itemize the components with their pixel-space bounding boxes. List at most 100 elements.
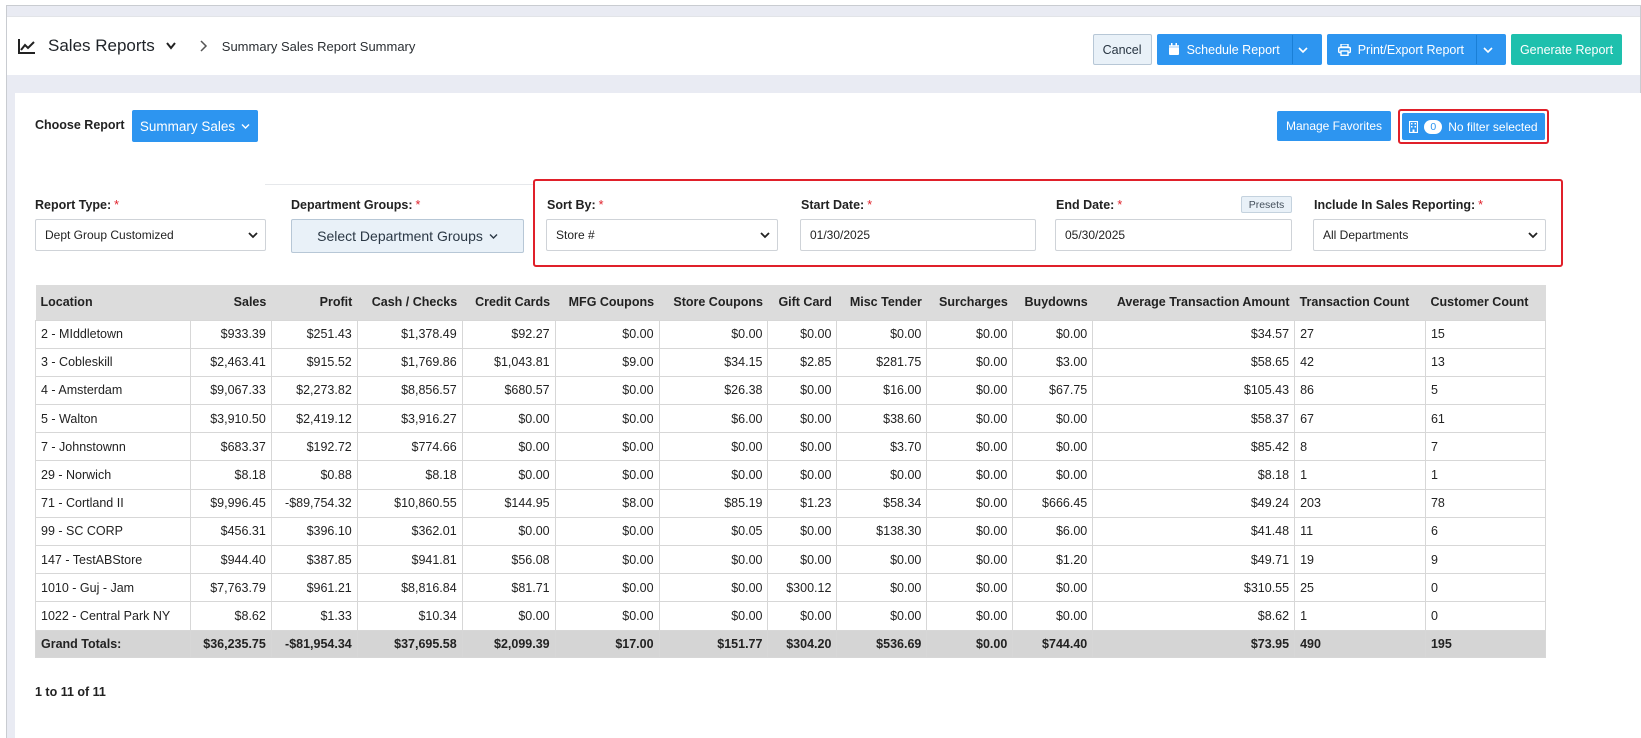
totals-cell: 195 xyxy=(1424,629,1547,658)
start-date-input[interactable]: 01/30/2025 xyxy=(800,219,1036,251)
chevron-down-icon xyxy=(760,232,770,239)
table-cell: $1.23 xyxy=(767,488,838,518)
report-type-select[interactable]: Dept Group Customized xyxy=(35,219,266,251)
table-cell: $0.00 xyxy=(1012,601,1094,631)
table-cell: 86 xyxy=(1294,375,1426,406)
column-header[interactable]: Sales xyxy=(190,285,272,320)
table-cell: $16.00 xyxy=(836,375,928,406)
column-header[interactable]: Gift Card xyxy=(767,285,837,320)
table-cell: $8.62 xyxy=(189,601,272,631)
schedule-report-button[interactable]: Schedule Report xyxy=(1158,35,1293,64)
table-cell: $8.18 xyxy=(1092,460,1296,490)
totals-cell: $36,235.75 xyxy=(189,629,272,658)
pagination-info: 1 to 11 of 11 xyxy=(35,685,106,699)
print-export-button[interactable]: Print/Export Report xyxy=(1328,35,1477,64)
table-cell: $0.88 xyxy=(270,460,358,490)
chevron-down-icon xyxy=(248,232,258,239)
table-cell: 147 - TestABStore xyxy=(35,544,191,575)
table-cell: $0.00 xyxy=(461,460,556,490)
table-cell: 3 - Cobleskill xyxy=(35,347,191,377)
app-title[interactable]: Sales Reports xyxy=(48,36,155,56)
report-menu[interactable]: Sales Reports xyxy=(18,36,177,56)
sort-by-select[interactable]: Store # xyxy=(546,219,778,251)
table-cell: $3,916.27 xyxy=(356,404,463,434)
table-cell: $281.75 xyxy=(836,347,928,377)
cancel-button[interactable]: Cancel xyxy=(1092,34,1152,65)
column-header[interactable]: Misc Tender xyxy=(836,285,927,320)
generate-report-button[interactable]: Generate Report xyxy=(1511,34,1622,65)
end-date-label: End Date: * xyxy=(1056,198,1122,212)
presets-button[interactable]: Presets xyxy=(1241,196,1292,213)
required-mark: * xyxy=(1478,198,1484,212)
table-cell: $1.33 xyxy=(270,601,358,631)
chevron-down-icon xyxy=(1482,46,1493,53)
column-header[interactable]: MFG Coupons xyxy=(555,285,660,320)
table-cell: $2,463.41 xyxy=(189,347,272,377)
column-header[interactable]: Store Coupons xyxy=(659,285,768,320)
chevron-down-icon[interactable] xyxy=(165,41,177,51)
sort-by-value: Store # xyxy=(556,228,595,242)
table-cell: $0.00 xyxy=(836,544,928,575)
schedule-report-dropdown[interactable] xyxy=(1293,35,1321,64)
table-row: 5 - Walton $3,910.50 $2,419.12 $3,916.27 $0.… xyxy=(35,404,1547,434)
printer-icon xyxy=(1337,43,1351,56)
table-cell: $0.00 xyxy=(926,516,1014,547)
table-cell: 99 - SC CORP xyxy=(35,516,191,547)
include-in-sales-select[interactable]: All Departments xyxy=(1313,219,1546,251)
column-header[interactable]: Profit xyxy=(271,285,358,320)
table-cell: $58.65 xyxy=(1092,347,1296,377)
table-cell: $0.00 xyxy=(658,460,769,490)
table-cell: $0.00 xyxy=(658,432,769,462)
end-date-input[interactable]: 05/30/2025 xyxy=(1055,219,1292,251)
table-cell: $8.62 xyxy=(1092,601,1296,631)
table-cell: $9,996.45 xyxy=(189,488,272,518)
table-cell: 25 xyxy=(1294,573,1426,603)
table-cell: $933.39 xyxy=(189,319,272,349)
table-cell: $41.48 xyxy=(1092,516,1296,547)
print-export-dropdown[interactable] xyxy=(1477,35,1505,64)
column-header[interactable]: Buydowns xyxy=(1012,285,1093,320)
column-header[interactable]: Customer Count xyxy=(1425,285,1546,320)
table-cell: $138.30 xyxy=(836,516,928,547)
table-cell: $6.00 xyxy=(658,404,769,434)
table-cell: $38.60 xyxy=(836,404,928,434)
table-cell: $0.00 xyxy=(554,319,660,349)
table-cell: $81.71 xyxy=(461,573,556,603)
column-header[interactable]: Location xyxy=(35,285,191,320)
table-cell: 0 xyxy=(1424,573,1547,603)
table-cell: 42 xyxy=(1294,347,1426,377)
totals-cell: $0.00 xyxy=(926,629,1014,658)
table-cell: $2.85 xyxy=(767,347,838,377)
table-cell: $0.00 xyxy=(836,601,928,631)
chevron-down-icon xyxy=(489,233,498,239)
column-header[interactable]: Average Transaction Amount xyxy=(1092,285,1295,320)
choose-report-dropdown[interactable]: Summary Sales xyxy=(132,110,258,142)
table-cell: $0.00 xyxy=(926,488,1014,518)
table-cell: 7 - Johnstownn xyxy=(35,432,191,462)
column-header[interactable]: Transaction Count xyxy=(1294,285,1426,320)
report-card: Choose Report Summary Sales Manage Favor… xyxy=(15,93,1641,738)
report-type-label: Report Type: * xyxy=(35,198,119,212)
filter-button[interactable]: 0 No filter selected xyxy=(1402,113,1545,140)
app-frame: Sales Reports Summary Sales Report Summa… xyxy=(6,5,1641,738)
table-cell: $0.00 xyxy=(1012,404,1094,434)
department-groups-label: Department Groups: * xyxy=(291,198,420,212)
table-cell: $56.08 xyxy=(461,544,556,575)
table-cell: $0.00 xyxy=(1012,432,1094,462)
table-cell: $0.00 xyxy=(1012,573,1094,603)
table-cell: $9,067.33 xyxy=(189,375,272,406)
column-header[interactable]: Cash / Checks xyxy=(357,285,463,320)
column-header[interactable]: Credit Cards xyxy=(462,285,556,320)
table-cell: $961.21 xyxy=(270,573,358,603)
department-groups-label-text: Department Groups: xyxy=(291,198,413,212)
table-cell: $0.00 xyxy=(554,460,660,490)
column-header[interactable]: Surcharges xyxy=(926,285,1013,320)
table-cell: $0.00 xyxy=(767,319,838,349)
table-row: 1010 - Guj - Jam $7,763.79 $961.21 $8,816.8… xyxy=(35,573,1547,603)
table-cell: $58.37 xyxy=(1092,404,1296,434)
manage-favorites-button[interactable]: Manage Favorites xyxy=(1277,111,1391,141)
table-cell: $944.40 xyxy=(189,544,272,575)
table-cell: 1 xyxy=(1294,460,1426,490)
totals-cell: $536.69 xyxy=(836,629,928,658)
select-department-groups-button[interactable]: Select Department Groups xyxy=(291,219,524,253)
